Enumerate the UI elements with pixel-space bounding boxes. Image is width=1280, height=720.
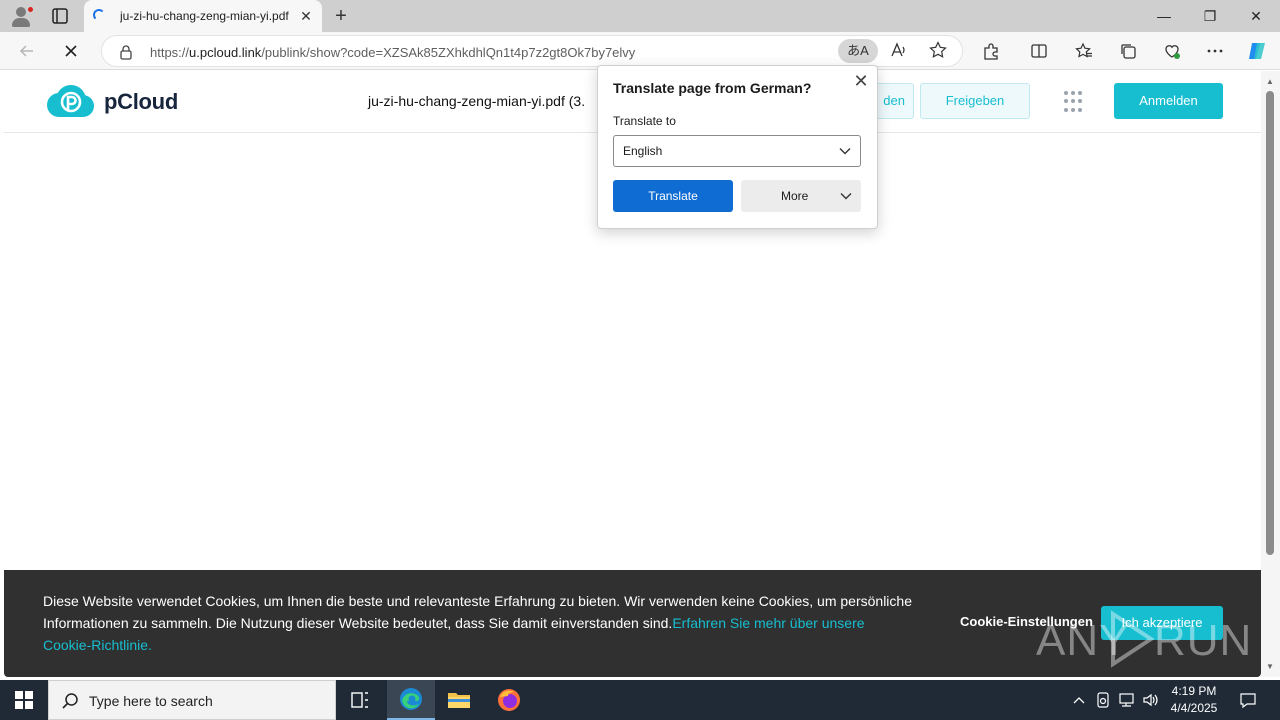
share-button[interactable]: Freigeben [920,83,1030,119]
more-button-label: More [781,189,809,203]
copilot-icon[interactable] [1242,36,1272,66]
favorites-icon[interactable] [1069,36,1099,66]
close-tab-icon[interactable]: ✕ [298,8,314,24]
tab-actions-icon[interactable] [50,6,70,26]
page-scrollbar[interactable]: ▲ ▼ [1261,71,1280,677]
minimize-icon[interactable]: — [1141,0,1187,32]
login-button[interactable]: Anmelden [1114,83,1223,119]
search-placeholder: Type here to search [89,693,213,709]
chevron-down-icon [840,193,852,200]
profile-icon[interactable] [9,4,35,28]
firefox-icon[interactable] [485,680,533,720]
taskbar-search[interactable]: Type here to search [48,680,336,720]
volume-icon[interactable] [1140,680,1162,720]
network-icon[interactable] [1116,680,1138,720]
close-window-icon[interactable]: ✕ [1233,0,1279,32]
close-icon[interactable]: ✕ [852,72,870,90]
lock-icon[interactable] [119,44,133,60]
selected-language: English [623,144,663,158]
url-text: https://u.pcloud.link/publink/show?code=… [150,45,636,60]
translate-to-label: Translate to [613,114,676,128]
cloud-icon [44,84,96,120]
browser-tab[interactable]: ju-zi-hu-chang-zeng-mian-yi.pdf ✕ [84,0,322,32]
more-button[interactable]: More [741,180,861,212]
favorite-star-icon[interactable] [927,41,949,63]
translate-title: Translate page from German? [613,80,812,96]
windows-taskbar: Type here to search 4:19 PM 4/4/2025 [0,680,1280,720]
scroll-down-icon[interactable]: ▼ [1266,662,1274,671]
clock-time: 4:19 PM [1171,684,1217,698]
more-icon[interactable] [1200,36,1230,66]
extensions-icon[interactable] [976,36,1006,66]
device-icon[interactable] [1093,680,1113,720]
loading-icon [93,9,105,21]
new-tab-plus-icon[interactable]: + [330,6,352,28]
anyrun-watermark: ANY RUN [1036,610,1253,668]
taskbar-clock[interactable]: 4:19 PM 4/4/2025 [1164,683,1224,717]
tab-strip: ju-zi-hu-chang-zeng-mian-yi.pdf ✕ + — ❐ … [0,0,1280,32]
search-icon [62,693,78,709]
clock-date: 4/4/2025 [1170,701,1218,715]
address-bar[interactable]: https://u.pcloud.link/publink/show?code=… [101,35,963,67]
notifications-icon[interactable] [1236,680,1260,720]
edge-icon[interactable] [387,680,435,720]
task-view-icon[interactable] [336,680,384,720]
split-screen-icon[interactable] [1024,36,1054,66]
chevron-down-icon [839,148,851,155]
stop-icon[interactable] [56,36,86,66]
cookie-text: Diese Website verwendet Cookies, um Ihne… [43,593,912,653]
translate-popup: Translate page from German? ✕ Translate … [597,65,878,229]
file-name: ju-zi-hu-chang-zeng-mian-yi.pdf (3. [368,93,586,109]
scroll-thumb[interactable] [1266,91,1274,555]
performance-icon[interactable] [1157,36,1187,66]
restore-icon[interactable]: ❐ [1187,0,1233,32]
file-explorer-icon[interactable] [435,680,483,720]
apps-grid-icon[interactable] [1064,91,1086,113]
translate-icon[interactable]: あA [838,39,878,63]
brand-name: pCloud [104,89,178,114]
tab-title: ju-zi-hu-chang-zeng-mian-yi.pdf [120,9,289,23]
back-icon[interactable] [12,36,42,66]
scroll-up-icon[interactable]: ▲ [1266,77,1274,86]
translate-button[interactable]: Translate [613,180,733,212]
collections-icon[interactable] [1113,36,1143,66]
read-aloud-icon[interactable] [888,41,910,63]
pcloud-logo[interactable]: pCloud [44,84,178,120]
tray-chevron-up-icon[interactable] [1068,680,1090,720]
language-select[interactable]: English [613,135,861,167]
windows-start-icon[interactable] [0,680,48,720]
